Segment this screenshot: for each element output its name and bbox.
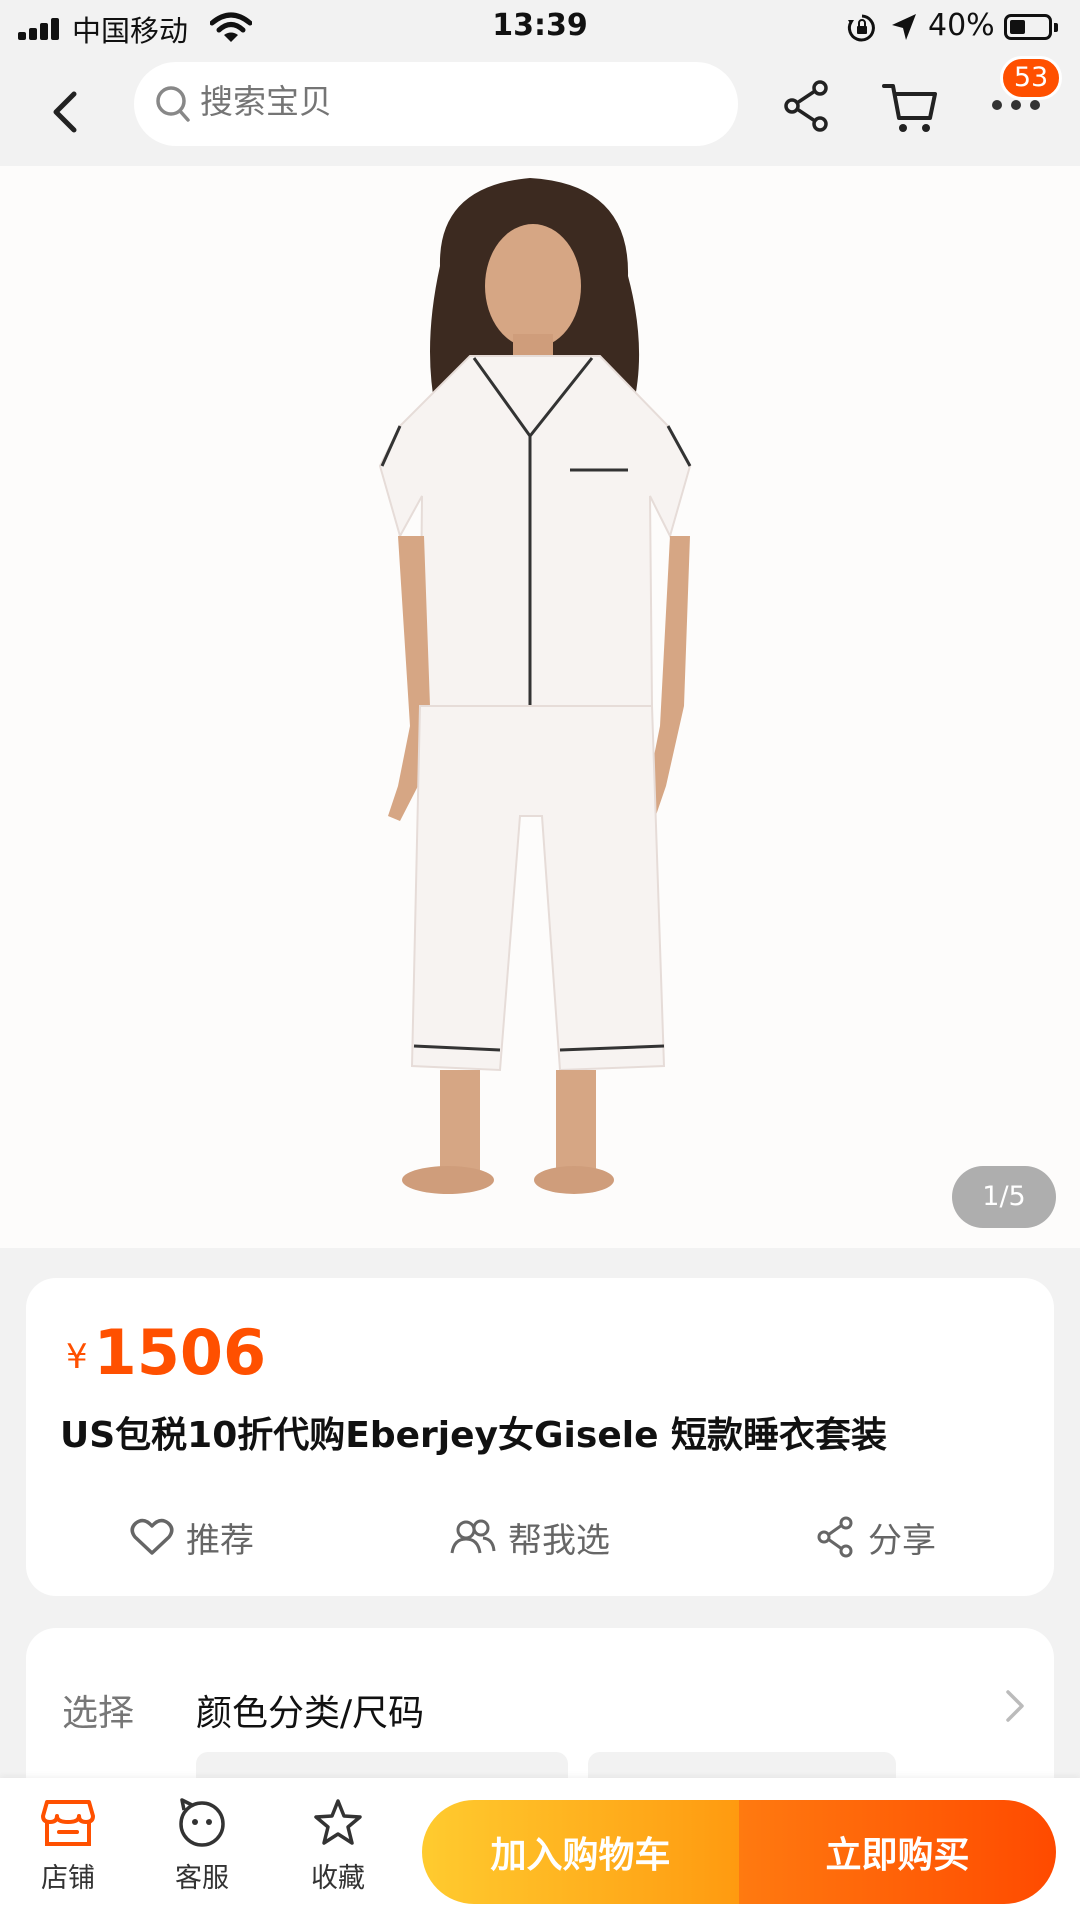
product-info-card: ¥1506 US包税10折代购Eberjey女Gisele 短款睡衣套装 推荐 … <box>26 1278 1054 1596</box>
battery-percent: 40% <box>928 8 995 43</box>
store-label: 店铺 <box>41 1863 95 1894</box>
select-label: 选择 <box>62 1693 135 1734</box>
share-icon <box>817 1516 853 1558</box>
recommend-button[interactable]: 推荐 <box>130 1512 254 1562</box>
status-bar: 中国移动 13:39 40% <box>0 0 1080 56</box>
product-actions: 推荐 帮我选 分享 <box>26 1502 1054 1572</box>
customer-service-label: 客服 <box>175 1863 229 1894</box>
help-choose-label: 帮我选 <box>508 1520 610 1561</box>
top-nav: 53 <box>0 56 1080 166</box>
customer-service-icon <box>179 1798 225 1847</box>
image-counter: 1/5 <box>952 1166 1056 1228</box>
bottom-action-bar: 店铺 客服 收藏 加入购物车 立即购买 <box>0 1778 1080 1920</box>
model-pajama-illustration <box>378 178 692 1194</box>
heart-icon <box>130 1518 174 1555</box>
store-tab[interactable]: 店铺 <box>18 1798 118 1895</box>
price-value: 1506 <box>93 1316 267 1389</box>
chevron-right-icon <box>1006 1690 1024 1722</box>
orientation-lock-icon <box>847 14 875 42</box>
search-bar[interactable] <box>134 62 738 146</box>
status-time: 13:39 <box>492 8 588 43</box>
battery-icon <box>1004 14 1058 40</box>
recommend-label: 推荐 <box>186 1520 254 1561</box>
store-icon <box>41 1800 95 1846</box>
favorite-tab[interactable]: 收藏 <box>288 1798 388 1895</box>
currency-symbol: ¥ <box>66 1337 88 1377</box>
price: ¥1506 <box>66 1316 266 1389</box>
search-icon <box>156 86 190 122</box>
location-arrow-icon <box>892 14 916 40</box>
help-choose-button[interactable]: 帮我选 <box>450 1512 610 1562</box>
star-icon <box>314 1799 362 1845</box>
people-icon <box>450 1519 496 1554</box>
back-arrow-icon[interactable] <box>42 84 88 140</box>
favorite-label: 收藏 <box>311 1863 365 1894</box>
purchase-buttons: 加入购物车 立即购买 <box>422 1800 1056 1904</box>
cart-icon[interactable] <box>882 80 938 136</box>
customer-service-tab[interactable]: 客服 <box>152 1798 252 1895</box>
notification-badge: 53 <box>1000 56 1062 100</box>
select-value: 颜色分类/尺码 <box>196 1693 425 1734</box>
add-to-cart-button[interactable]: 加入购物车 <box>422 1800 739 1904</box>
share-button[interactable]: 分享 <box>816 1512 936 1562</box>
product-image[interactable] <box>0 166 1080 1248</box>
share-label: 分享 <box>868 1520 936 1561</box>
product-title: US包税10折代购Eberjey女Gisele 短款睡衣套装 <box>60 1415 888 1456</box>
share-icon[interactable] <box>782 78 832 134</box>
buy-now-button[interactable]: 立即购买 <box>739 1800 1056 1904</box>
search-input[interactable] <box>200 82 700 121</box>
